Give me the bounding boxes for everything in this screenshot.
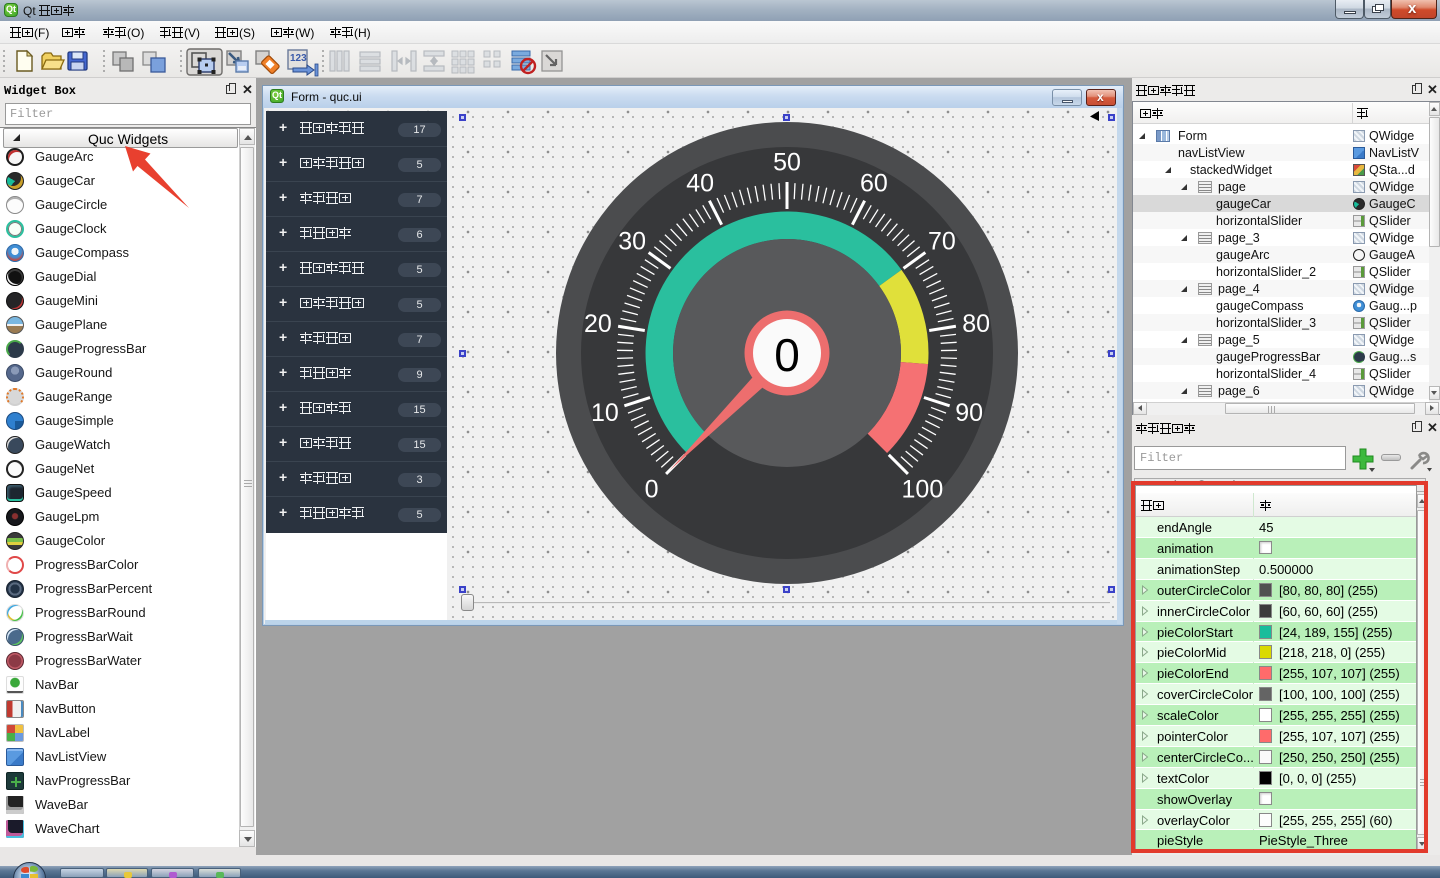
svg-text:40: 40 [686,169,714,197]
svg-text:80: 80 [962,310,990,338]
svg-text:0: 0 [774,329,800,381]
svg-text:10: 10 [590,399,618,427]
svg-text:123: 123 [290,53,307,64]
svg-text:100: 100 [901,475,943,503]
svg-text:20: 20 [583,310,611,338]
svg-text:70: 70 [927,227,955,255]
svg-text:90: 90 [955,399,983,427]
svg-text:60: 60 [859,169,887,197]
svg-text:30: 30 [618,227,646,255]
svg-text:0: 0 [644,475,658,503]
svg-text:50: 50 [773,148,801,176]
